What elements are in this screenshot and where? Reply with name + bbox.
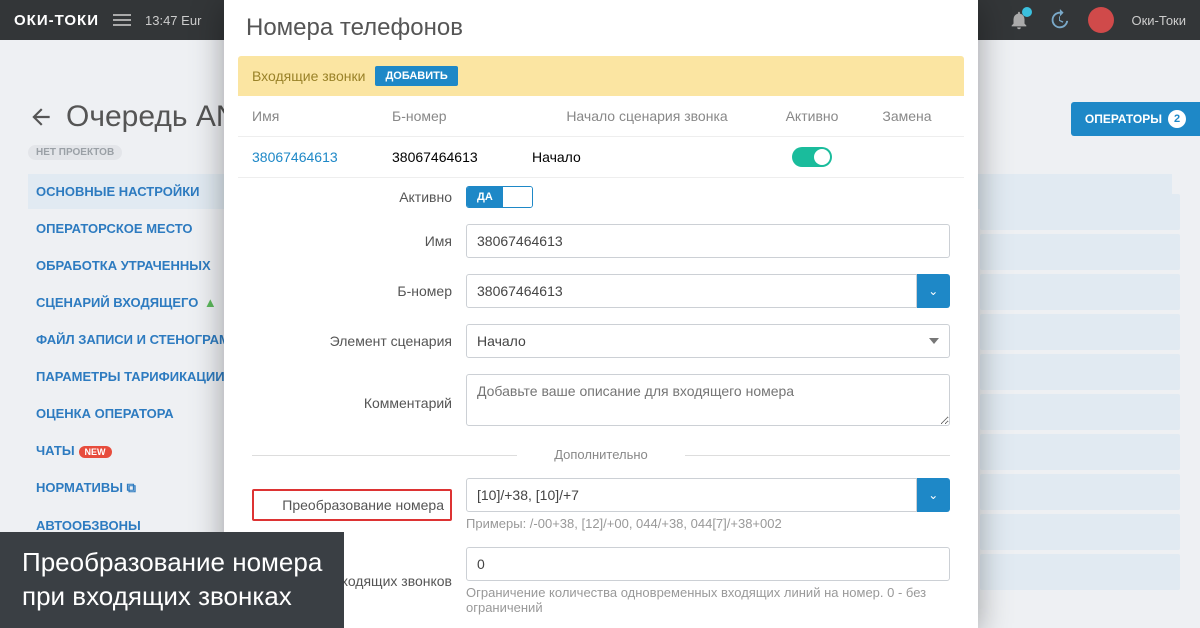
slide-caption: Преобразование номерапри входящих звонка…	[0, 532, 344, 628]
limit-input[interactable]	[466, 547, 950, 581]
menu-icon[interactable]	[113, 14, 131, 26]
chevron-down-icon[interactable]: ⌄	[917, 478, 950, 512]
row-bnum: 38067464613	[392, 149, 532, 165]
col-replace: Замена	[862, 108, 952, 124]
table-header: Имя Б-номер Начало сценария звонка Актив…	[238, 96, 964, 137]
clock-tz: Eur	[181, 13, 201, 28]
bnum-select[interactable]: ⌄	[466, 274, 950, 308]
operators-label: ОПЕРАТОРЫ	[1085, 112, 1162, 126]
label-transform: Преобразование номера	[252, 489, 452, 521]
transform-select[interactable]: ⌄	[466, 478, 950, 512]
incoming-calls-header: Входящие звонки ДОБАВИТЬ	[238, 56, 964, 96]
clock-time: 13:47	[145, 13, 178, 28]
col-bnum: Б-номер	[392, 108, 532, 124]
brand: ОКИ-ТОКИ	[14, 12, 99, 29]
comment-textarea[interactable]	[466, 374, 950, 426]
notifications-button[interactable]	[1008, 9, 1030, 31]
row-scenario: Начало	[532, 149, 762, 165]
col-scenario: Начало сценария звонка	[532, 108, 762, 124]
back-arrow-icon[interactable]	[28, 104, 54, 130]
name-input[interactable]	[466, 224, 950, 258]
section-extra: Дополнительно	[252, 447, 950, 462]
modal-title: Номера телефонов	[224, 0, 978, 56]
col-name: Имя	[252, 108, 392, 124]
label-bnum: Б-номер	[252, 283, 452, 299]
page-title: Очередь АN	[66, 100, 238, 134]
user-name: Оки-Токи	[1132, 13, 1187, 28]
scenario-select[interactable]: Начало	[466, 324, 950, 358]
bnum-input[interactable]	[466, 274, 917, 308]
history-icon[interactable]	[1048, 9, 1070, 31]
label-comment: Комментарий	[252, 395, 452, 411]
content-placeholder	[980, 190, 1180, 594]
table-row[interactable]: 38067464613 38067464613 Начало	[238, 137, 964, 178]
limit-hint: Ограничение количества одновременных вхо…	[466, 585, 950, 615]
col-active: Активно	[762, 108, 862, 124]
warning-icon: ▲	[200, 295, 216, 310]
notification-badge	[1022, 7, 1032, 17]
active-switch[interactable]: ДА	[466, 186, 533, 208]
operators-button[interactable]: ОПЕРАТОРЫ 2	[1071, 102, 1200, 136]
form-actions: СОХРАНИТЬ ОТМЕНА УДАЛИТЬ	[238, 623, 964, 628]
transform-input[interactable]	[466, 478, 917, 512]
avatar[interactable]	[1088, 7, 1114, 33]
incoming-calls-label: Входящие звонки	[252, 68, 365, 84]
label-active: Активно	[252, 189, 452, 205]
transform-hint: Примеры: /-00+38, [12]/+00, 044/+38, 044…	[466, 516, 950, 531]
new-badge: NEW	[79, 446, 112, 458]
row-active-toggle[interactable]	[792, 147, 832, 167]
label-scenario: Элемент сценария	[252, 333, 452, 349]
operators-count: 2	[1168, 110, 1186, 128]
row-name[interactable]: 38067464613	[252, 149, 392, 165]
label-name: Имя	[252, 233, 452, 249]
no-projects-badge: НЕТ ПРОЕКТОВ	[28, 145, 122, 160]
external-link-icon: ⧉	[123, 480, 136, 495]
add-button[interactable]: ДОБАВИТЬ	[375, 66, 457, 86]
chevron-down-icon[interactable]: ⌄	[917, 274, 950, 308]
